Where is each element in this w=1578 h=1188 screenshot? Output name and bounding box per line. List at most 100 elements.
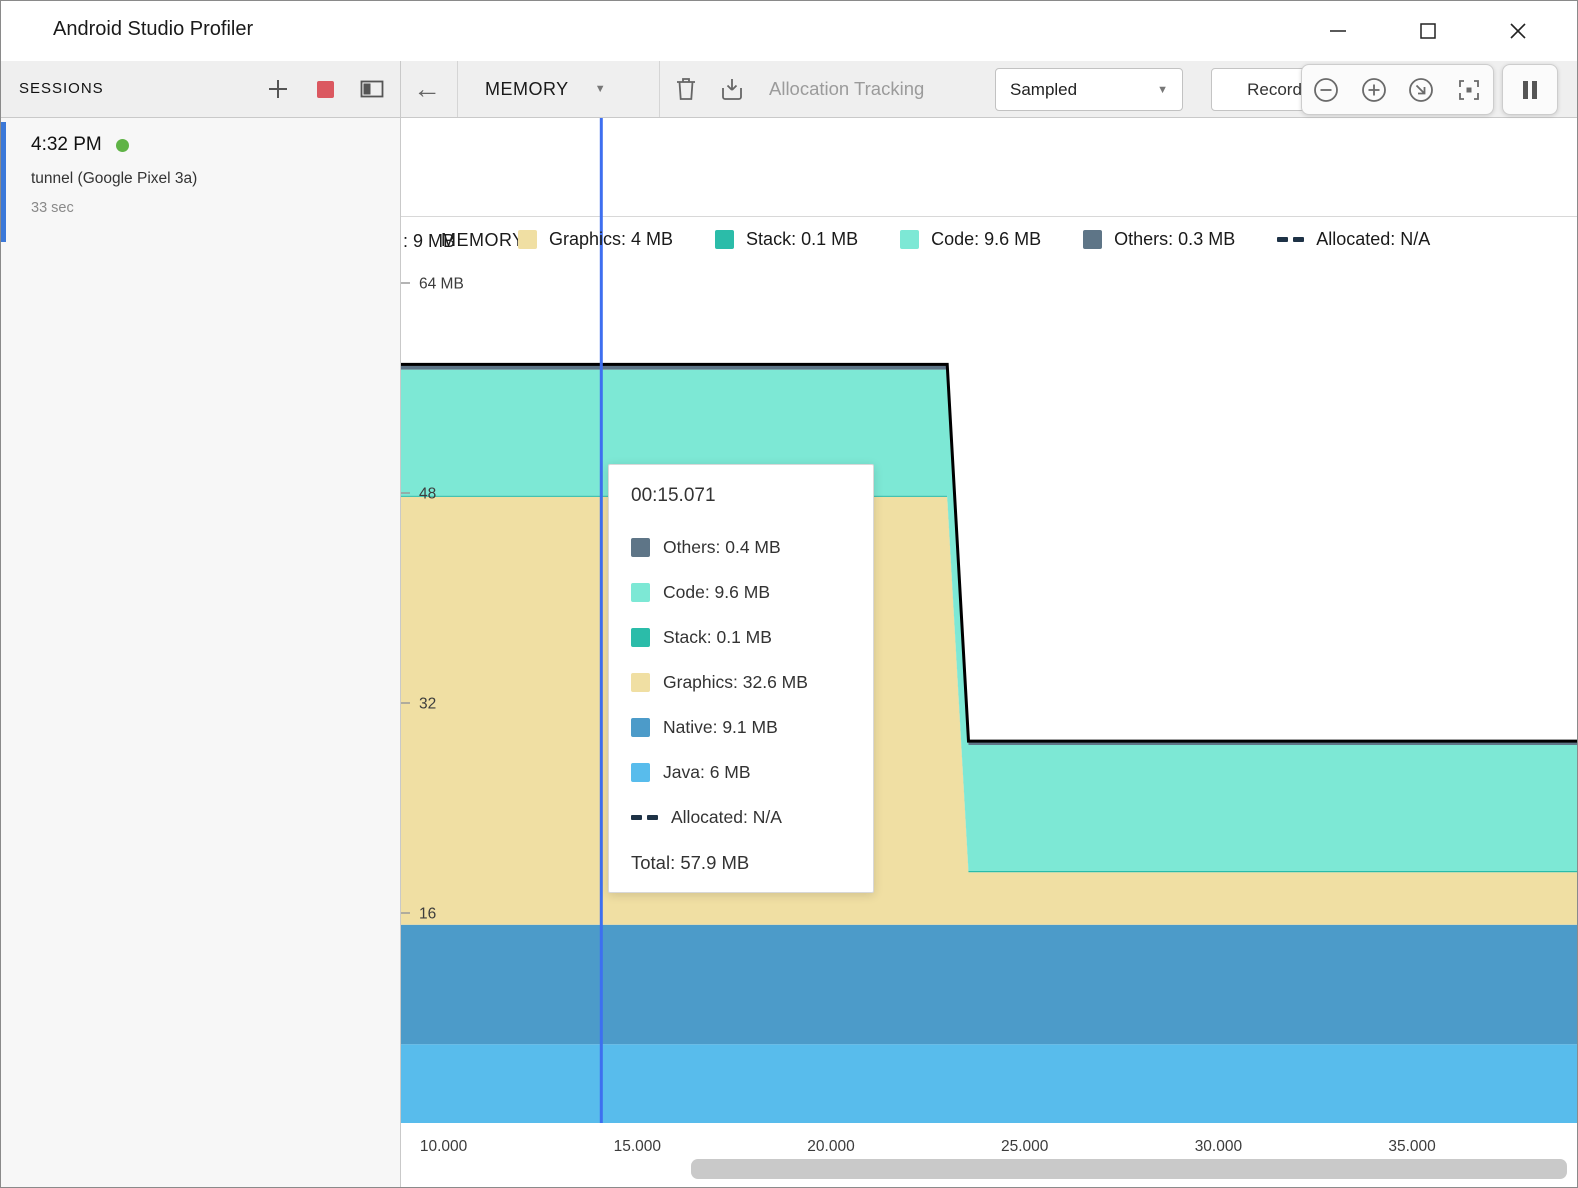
reset-zoom-icon	[1407, 76, 1435, 104]
trash-icon	[674, 76, 698, 102]
code-swatch-icon	[631, 583, 650, 602]
tooltip-row-java: Java: 6 MB	[631, 762, 851, 783]
x-axis-label: 10.000	[420, 1138, 468, 1155]
stop-icon	[317, 81, 334, 98]
tooltip-row-label: Stack: 0.1 MB	[663, 627, 772, 648]
y-axis-label: 48	[419, 486, 436, 503]
pause-icon	[1520, 79, 1540, 101]
collapse-sessions-button[interactable]	[354, 61, 390, 117]
java-swatch-icon	[631, 763, 650, 782]
pause-live-button[interactable]	[1502, 64, 1558, 115]
tooltip-timestamp: 00:15.071	[631, 485, 851, 507]
tooltip-row-code: Code: 9.6 MB	[631, 582, 851, 603]
legend-label: Graphics: 4 MB	[549, 229, 673, 250]
native-swatch-icon	[631, 718, 650, 737]
tooltip-row-others: Others: 0.4 MB	[631, 537, 851, 558]
live-session-dot	[116, 139, 129, 152]
stage-selector[interactable]: MEMORY ▼	[485, 61, 606, 117]
minimize-button[interactable]	[1293, 1, 1383, 61]
tooltip-row-label: Graphics: 32.6 MB	[663, 672, 808, 693]
zoom-to-selection-icon	[1455, 76, 1483, 104]
sessions-header-label: SESSIONS	[19, 80, 104, 97]
add-session-button[interactable]	[262, 61, 294, 117]
garbage-collect-button[interactable]	[667, 61, 705, 117]
session-entry[interactable]: 4:32 PM tunnel (Google Pixel 3a) 33 sec	[1, 118, 400, 216]
maximize-button[interactable]	[1383, 1, 1473, 61]
sessions-header: SESSIONS	[1, 61, 401, 117]
legend-item-stack: Stack: 0.1 MB	[715, 229, 858, 250]
stage-label-overlay: MEMORY	[441, 230, 525, 251]
x-axis-label: 25.000	[1001, 1138, 1049, 1155]
legend-label: Stack: 0.1 MB	[746, 229, 858, 250]
chart-tooltip: 00:15.071 Others: 0.4 MB Code: 9.6 MB St…	[608, 464, 874, 893]
zoom-in-icon	[1360, 76, 1388, 104]
session-device: tunnel (Google Pixel 3a)	[31, 170, 400, 188]
legend-label: Allocated: N/A	[1316, 229, 1430, 250]
chevron-down-icon: ▼	[595, 83, 606, 95]
zoom-in-button[interactable]	[1350, 65, 1398, 114]
tooltip-row-label: Java: 6 MB	[663, 762, 751, 783]
minimize-icon	[1329, 22, 1347, 40]
x-axis-label: 20.000	[807, 1138, 855, 1155]
back-icon: ←	[413, 75, 441, 103]
sampling-mode-select[interactable]: Sampled ▼	[995, 68, 1183, 111]
sampling-mode-value: Sampled	[1010, 80, 1157, 100]
legend-swatch-graphics-icon	[518, 230, 537, 249]
window-title: Android Studio Profiler	[53, 18, 253, 41]
zoom-controls	[1301, 64, 1494, 115]
y-axis-label: 32	[419, 696, 436, 713]
zoom-out-icon	[1312, 76, 1340, 104]
maximize-icon	[1419, 22, 1437, 40]
legend-item-allocated: Allocated: N/A	[1277, 229, 1430, 250]
horizontal-scrollbar-thumb[interactable]	[691, 1159, 1567, 1179]
zoom-out-button[interactable]	[1302, 65, 1350, 114]
legend-swatch-code-icon	[900, 230, 919, 249]
reset-zoom-button[interactable]	[1398, 65, 1446, 114]
memory-timeline-chart[interactable]: 64 MB48321610.00015.00020.00025.00030.00…	[401, 118, 1577, 1187]
tooltip-row-label: Native: 9.1 MB	[663, 717, 778, 738]
legend-swatch-others-icon	[1083, 230, 1102, 249]
sessions-sidebar: 4:32 PM tunnel (Google Pixel 3a) 33 sec	[1, 118, 401, 1187]
tooltip-row-graphics: Graphics: 32.6 MB	[631, 672, 851, 693]
capture-download-icon	[719, 76, 745, 102]
toolbar-row: SESSIONS ← MEMORY ▼	[1, 61, 1577, 118]
legend-item-graphics: Graphics: 4 MB	[518, 229, 673, 250]
toolbar-separator	[457, 61, 458, 117]
tooltip-total: Total: 57.9 MB	[631, 852, 851, 874]
tooltip-row-label: Others: 0.4 MB	[663, 537, 781, 558]
stop-session-button[interactable]	[309, 61, 341, 117]
session-duration: 33 sec	[31, 200, 400, 216]
chart-legend: Graphics: 4 MB Stack: 0.1 MB Code: 9.6 M…	[518, 229, 1430, 250]
profiler-toolbar: ← MEMORY ▼ Allocation Tracking	[401, 61, 1577, 117]
graphics-swatch-icon	[631, 673, 650, 692]
legend-swatch-allocated-icon	[1277, 237, 1304, 242]
legend-label: Code: 9.6 MB	[931, 229, 1041, 250]
tooltip-row-stack: Stack: 0.1 MB	[631, 627, 851, 648]
y-axis-label: 16	[419, 906, 436, 923]
x-axis-label: 35.000	[1388, 1138, 1436, 1155]
x-axis-label: 15.000	[614, 1138, 662, 1155]
legend-label: Others: 0.3 MB	[1114, 229, 1235, 250]
stack-swatch-icon	[631, 628, 650, 647]
legend-item-others: Others: 0.3 MB	[1083, 229, 1235, 250]
area-java	[401, 1044, 1577, 1123]
legend-swatch-stack-icon	[715, 230, 734, 249]
tooltip-row-label: Code: 9.6 MB	[663, 582, 770, 603]
record-allocations-button[interactable]	[713, 61, 751, 117]
area-native	[401, 925, 1577, 1045]
others-swatch-icon	[631, 538, 650, 557]
titlebar: Android Studio Profiler	[1, 1, 1577, 61]
session-entry-header: 4:32 PM	[31, 134, 400, 156]
chevron-down-icon: ▼	[1157, 84, 1168, 96]
back-button[interactable]: ←	[409, 61, 445, 117]
allocated-dash-icon	[631, 815, 658, 820]
tooltip-row-label: Allocated: N/A	[671, 807, 782, 828]
memory-stage-view: 64 MB48321610.00015.00020.00025.00030.00…	[401, 118, 1577, 1187]
tooltip-row-native: Native: 9.1 MB	[631, 717, 851, 738]
plus-icon	[267, 78, 289, 100]
legend-item-code: Code: 9.6 MB	[900, 229, 1041, 250]
y-axis-label: 64 MB	[419, 276, 464, 293]
close-button[interactable]	[1473, 1, 1563, 61]
sidebar-panel-icon	[360, 79, 384, 99]
zoom-to-selection-button[interactable]	[1445, 65, 1493, 114]
